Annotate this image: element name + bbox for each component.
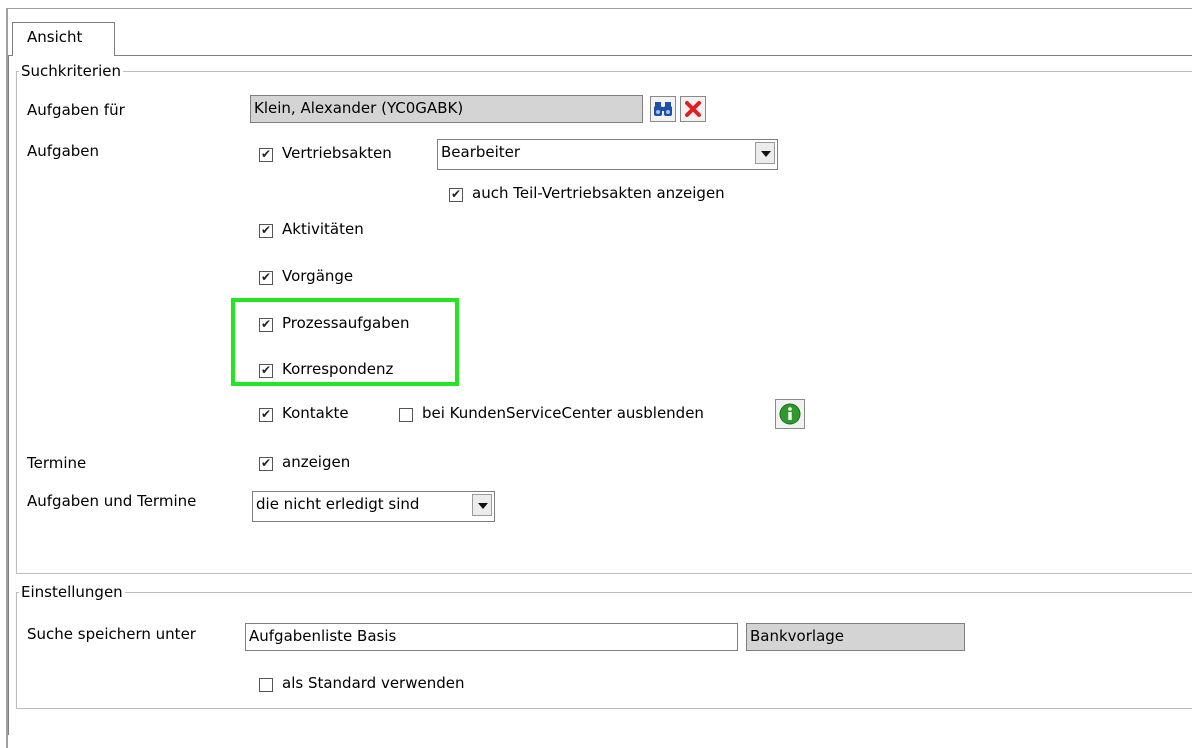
aufgaben-fuer-field[interactable]: Klein, Alexander (YC0GABK) — [250, 95, 643, 123]
vorgaenge-label: Vorgänge — [282, 267, 354, 285]
teil-vertriebsakten-label: auch Teil-Vertriebsakten anzeigen — [472, 184, 725, 202]
aufgaben-und-termine-label: Aufgaben und Termine — [27, 492, 197, 510]
search-user-button[interactable] — [650, 96, 676, 122]
einstellungen-legend: Einstellungen — [21, 583, 123, 601]
kontakte-label: Kontakte — [282, 404, 349, 422]
tab-ansicht[interactable]: Ansicht — [12, 22, 115, 56]
vorgaenge-checkbox[interactable]: ✔ — [259, 271, 273, 285]
als-standard-label: als Standard verwenden — [282, 674, 465, 692]
aufgaben-fuer-label: Aufgaben für — [27, 101, 125, 119]
delete-x-icon — [685, 101, 701, 117]
suchkriterien-legend: Suchkriterien — [21, 62, 121, 80]
vertriebsakten-checkbox[interactable]: ✔ — [259, 148, 273, 162]
bankvorlage-field[interactable]: Bankvorlage — [746, 623, 965, 651]
tab-ansicht-label: Ansicht — [27, 28, 83, 46]
chevron-down-icon[interactable] — [755, 142, 775, 164]
info-icon — [779, 403, 801, 425]
aufgaben-und-termine-select[interactable]: die nicht erledigt sind — [252, 491, 495, 522]
aktivitaeten-checkbox[interactable]: ✔ — [259, 224, 273, 238]
teil-vertriebsakten-checkbox[interactable]: ✔ — [449, 188, 463, 202]
termine-anzeigen-label: anzeigen — [282, 453, 351, 471]
vertriebsakten-select-value: Bearbeiter — [441, 143, 521, 161]
termine-anzeigen-checkbox[interactable]: ✔ — [259, 457, 273, 471]
tab-panel-border-left — [8, 55, 9, 735]
vertriebsakten-select[interactable]: Bearbeiter — [437, 139, 778, 170]
vertriebsakten-label: Vertriebsakten — [282, 144, 392, 162]
suche-speichern-input[interactable]: Aufgabenliste Basis — [245, 623, 738, 651]
clear-user-button[interactable] — [680, 96, 706, 122]
aktivitaeten-label: Aktivitäten — [282, 220, 364, 238]
kontakte-checkbox[interactable]: ✔ — [259, 408, 273, 422]
suche-speichern-label: Suche speichern unter — [27, 625, 196, 643]
ksc-ausblenden-label: bei KundenServiceCenter ausblenden — [422, 404, 704, 422]
info-button[interactable] — [775, 399, 805, 429]
aufgaben-und-termine-select-value: die nicht erledigt sind — [256, 495, 420, 513]
chevron-down-icon[interactable] — [472, 494, 492, 516]
termine-label: Termine — [27, 454, 87, 472]
binoculars-icon — [654, 102, 672, 116]
highlight-box — [231, 298, 459, 386]
als-standard-checkbox[interactable] — [259, 678, 273, 692]
ksc-ausblenden-checkbox[interactable] — [399, 408, 413, 422]
aufgaben-label: Aufgaben — [27, 142, 100, 160]
tab-panel-border — [8, 55, 1192, 56]
